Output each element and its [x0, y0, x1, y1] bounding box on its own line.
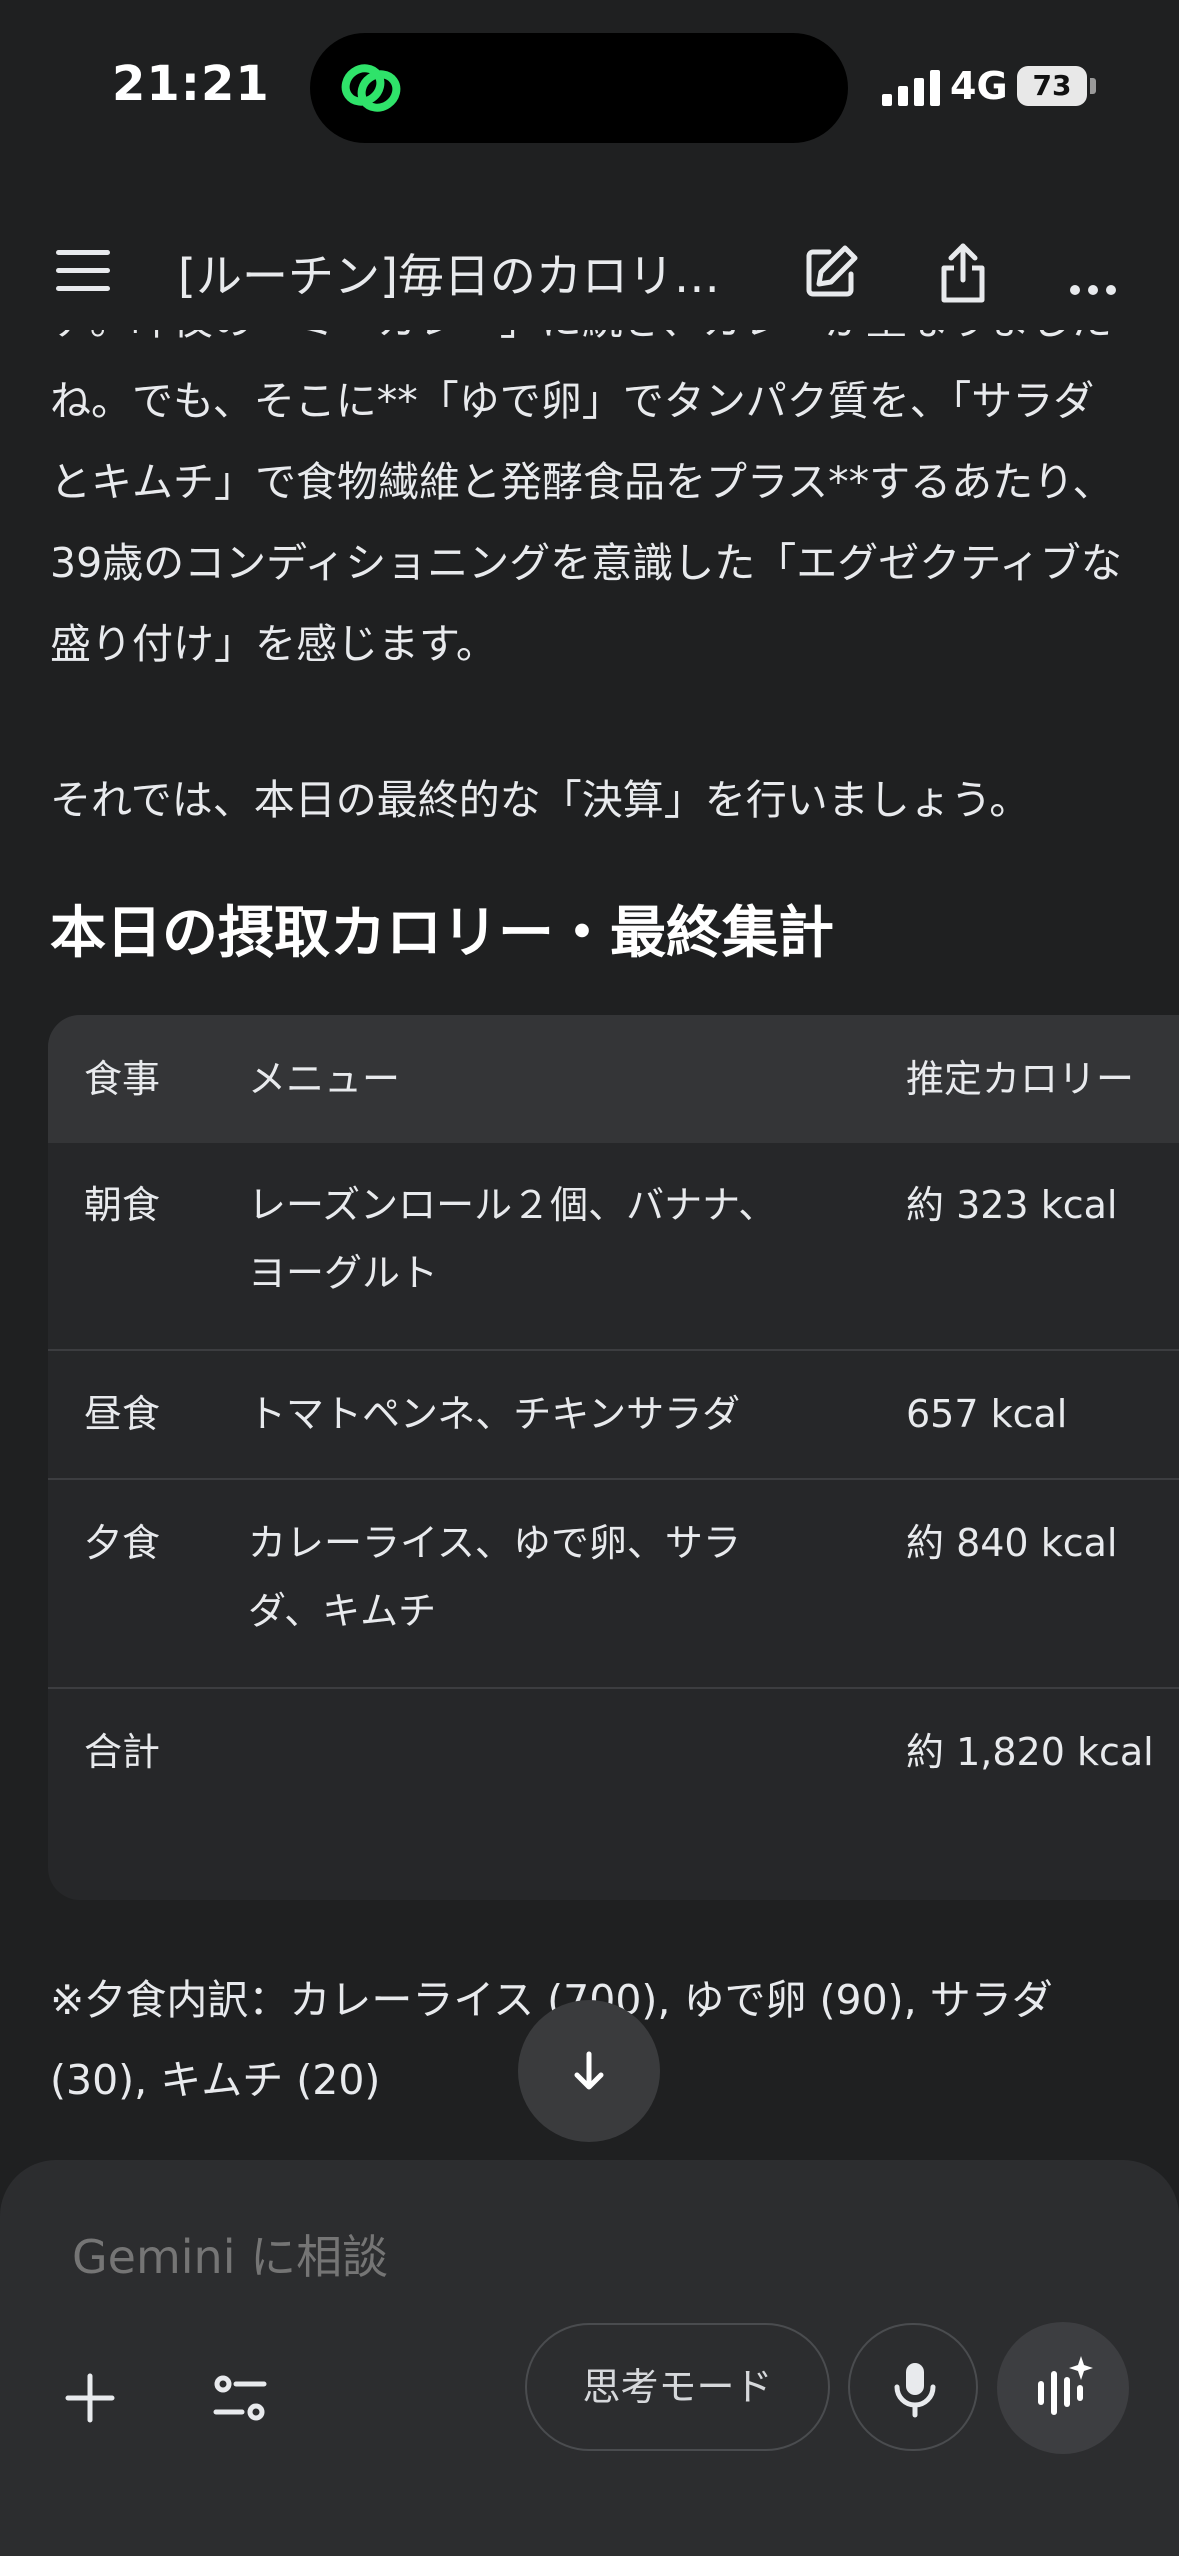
- link-app-icon: [341, 64, 401, 112]
- cell-menu: カレーライス、ゆで卵、サラ: [248, 1521, 741, 1565]
- row-divider: [48, 1478, 1179, 1480]
- mic-button[interactable]: [848, 2323, 978, 2451]
- more-button[interactable]: [1058, 238, 1128, 308]
- cell-meal: 朝食: [84, 1183, 161, 1227]
- tools-button[interactable]: [190, 2348, 290, 2448]
- cell-meal: 昼食: [84, 1392, 161, 1436]
- cell-kcal: 約 840 kcal: [906, 1521, 1118, 1565]
- response-paragraph: デ。昨夜の「ミーカレー」に続き、カレーが重なりましたね。でも、そこに**「ゆで卵…: [50, 330, 1122, 668]
- battery-level: 73: [1032, 69, 1072, 102]
- prompt-input[interactable]: [72, 2230, 1072, 2284]
- thinking-mode-button[interactable]: 思考モード: [525, 2323, 830, 2451]
- signal-icon: [882, 70, 940, 106]
- edit-button[interactable]: [795, 238, 865, 308]
- column-header-kcal: 推定カロリー: [906, 1057, 1135, 1101]
- live-button[interactable]: [997, 2322, 1129, 2454]
- chat-title[interactable]: [ルーチン]毎日のカロリ…: [178, 240, 758, 306]
- section-heading: 本日の摂取カロリー・最終集計: [50, 901, 834, 966]
- menu-icon[interactable]: [56, 250, 110, 292]
- calorie-table[interactable]: 食事 メニュー 推定カロリー 朝食 レーズンロール２個、バナナ、 ヨーグルト 約…: [48, 1015, 1179, 1900]
- column-header-meal: 食事: [84, 1057, 161, 1101]
- edit-icon: [806, 245, 858, 297]
- cell-meal: 夕食: [84, 1521, 161, 1565]
- column-header-menu: メニュー: [248, 1057, 401, 1101]
- row-divider: [48, 1687, 1179, 1689]
- cell-meal: 合計: [84, 1730, 161, 1774]
- status-bar: 21:21 4G 73: [0, 0, 1179, 170]
- tools-icon: [213, 2375, 267, 2421]
- dynamic-island: [310, 33, 848, 143]
- plus-icon: [65, 2373, 115, 2423]
- battery-tip: [1090, 78, 1096, 94]
- status-time: 21:21: [112, 56, 270, 112]
- top-app-bar: [ルーチン]毎日のカロリ…: [0, 220, 1179, 330]
- cell-menu: トマトペンネ、チキンサラダ: [248, 1392, 741, 1436]
- share-icon: [941, 243, 985, 303]
- add-button[interactable]: [40, 2348, 140, 2448]
- response-paragraph: それでは、本日の最終的な「決算」を行いましょう。: [50, 776, 1031, 824]
- share-button[interactable]: [928, 238, 998, 308]
- cell-kcal: 約 323 kcal: [906, 1183, 1118, 1227]
- more-icon: [1070, 285, 1116, 295]
- live-icon: [1038, 2356, 1093, 2415]
- cell-menu: ヨーグルト: [248, 1251, 439, 1295]
- cell-kcal: 約 1,820 kcal: [906, 1730, 1154, 1774]
- cell-menu: ダ、キムチ: [248, 1589, 437, 1633]
- scroll-down-button[interactable]: [518, 2000, 660, 2142]
- cell-menu: レーズンロール２個、バナナ、: [248, 1183, 777, 1227]
- mic-icon: [894, 2363, 936, 2418]
- conversation: デ。昨夜の「ミーカレー」に続き、カレーが重なりましたね。でも、そこに**「ゆで卵…: [0, 330, 1179, 2160]
- network-type: 4G: [950, 64, 1008, 108]
- cell-kcal: 657 kcal: [906, 1392, 1068, 1436]
- arrow-down-icon: [574, 2051, 604, 2090]
- row-divider: [48, 1349, 1179, 1351]
- battery-icon: 73: [1017, 66, 1087, 106]
